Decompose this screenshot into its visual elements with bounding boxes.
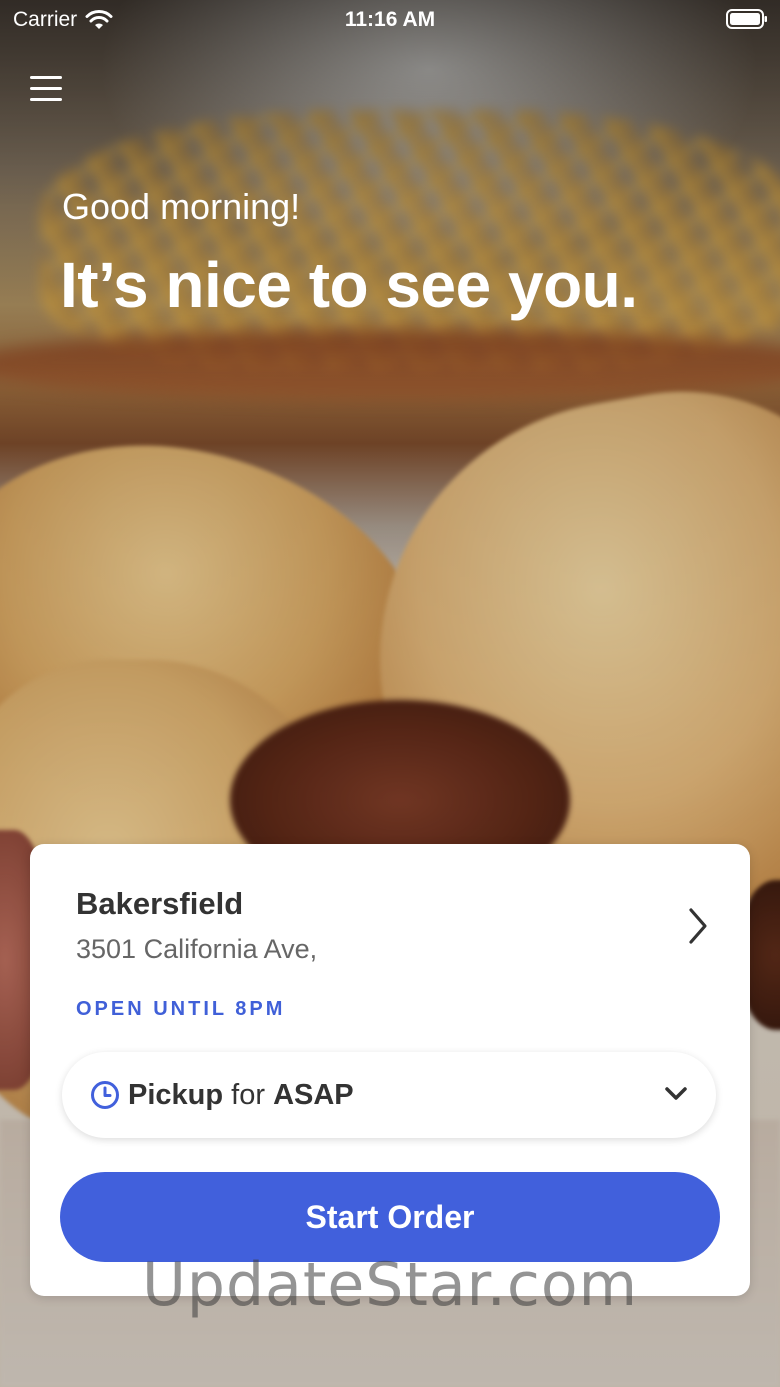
store-hours-status: OPEN UNTIL 8PM (76, 998, 286, 1020)
watermark-text: UpdateStar.com (141, 1250, 639, 1320)
greeting-text: Good morning! (62, 186, 301, 227)
order-mode-connector: for (231, 1079, 265, 1111)
battery-icon (726, 9, 767, 29)
clock-icon (91, 1081, 119, 1109)
order-mode-time: ASAP (273, 1079, 354, 1111)
location-address: 3501 California Ave, (76, 934, 318, 964)
order-mode-dropdown[interactable]: Pickup for ASAP (62, 1052, 716, 1138)
chevron-down-icon (665, 1087, 687, 1100)
status-bar: Carrier 11:16 AM (0, 0, 780, 40)
location-selector[interactable]: Bakersfield 3501 California Ave, (30, 844, 750, 974)
chevron-right-icon (689, 908, 707, 944)
order-mode-label: Pickup for ASAP (128, 1079, 354, 1112)
order-mode-type: Pickup (128, 1079, 224, 1111)
location-name: Bakersfield (76, 886, 244, 921)
location-card: Bakersfield 3501 California Ave, OPEN UN… (30, 844, 750, 1296)
headline-text: It’s nice to see you. (60, 249, 638, 321)
start-order-button[interactable]: Start Order (60, 1172, 720, 1262)
menu-icon[interactable] (28, 72, 64, 106)
status-time: 11:16 AM (344, 8, 436, 31)
app-screen: Carrier 11:16 AM Good morning! It’s nice… (0, 0, 780, 1387)
